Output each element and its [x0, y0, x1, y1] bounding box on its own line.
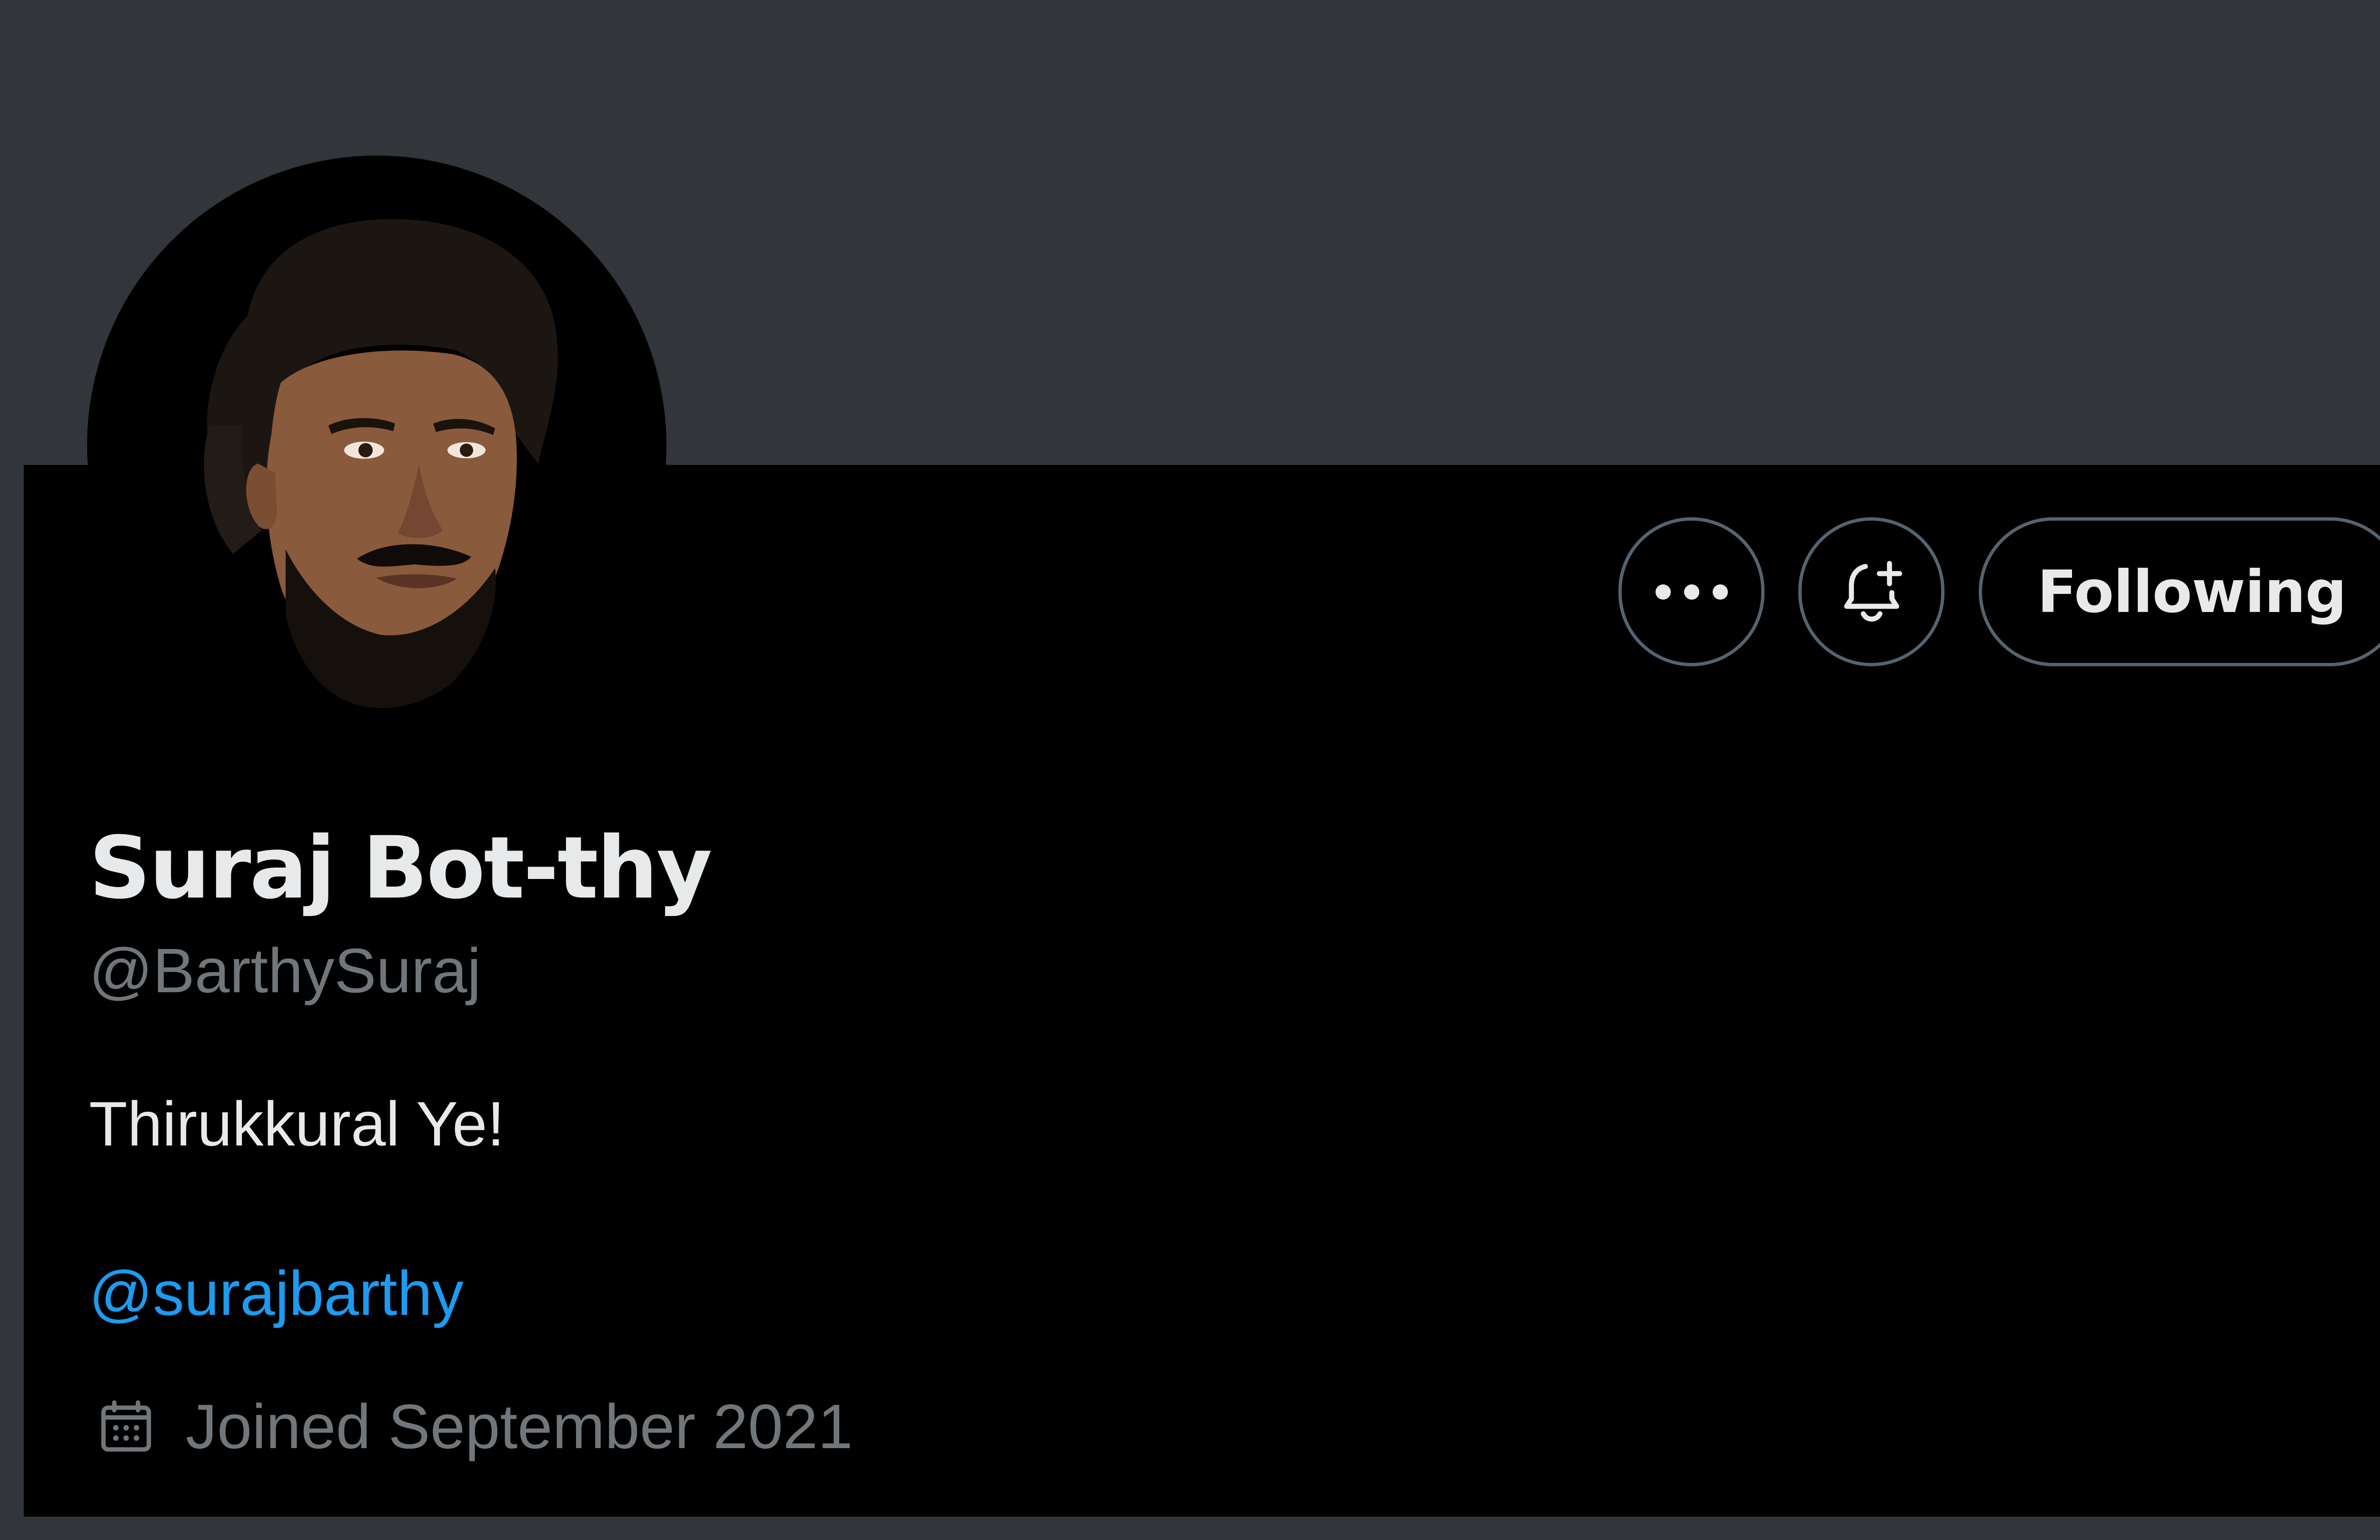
more-horizontal-icon — [1655, 584, 1728, 600]
display-name: Suraj Bot-thy — [89, 819, 713, 918]
bio-text: Thirukkural Ye! — [89, 1089, 505, 1159]
following-button-label: Following — [2037, 558, 2347, 626]
notifications-button[interactable] — [1798, 517, 1944, 666]
joined-date-text: Joined September 2021 — [186, 1392, 853, 1461]
avatar[interactable] — [90, 159, 663, 731]
calendar-icon — [101, 1400, 151, 1452]
avatar-photo — [90, 159, 663, 731]
bio-mention-link[interactable]: @surajbarthy — [89, 1255, 464, 1332]
following-button[interactable]: Following — [1979, 517, 2380, 666]
joined-date: Joined September 2021 — [95, 1389, 853, 1465]
bell-plus-icon — [1844, 561, 1902, 622]
user-handle: @BarthySuraj — [89, 936, 481, 1006]
more-options-button[interactable] — [1618, 517, 1765, 666]
